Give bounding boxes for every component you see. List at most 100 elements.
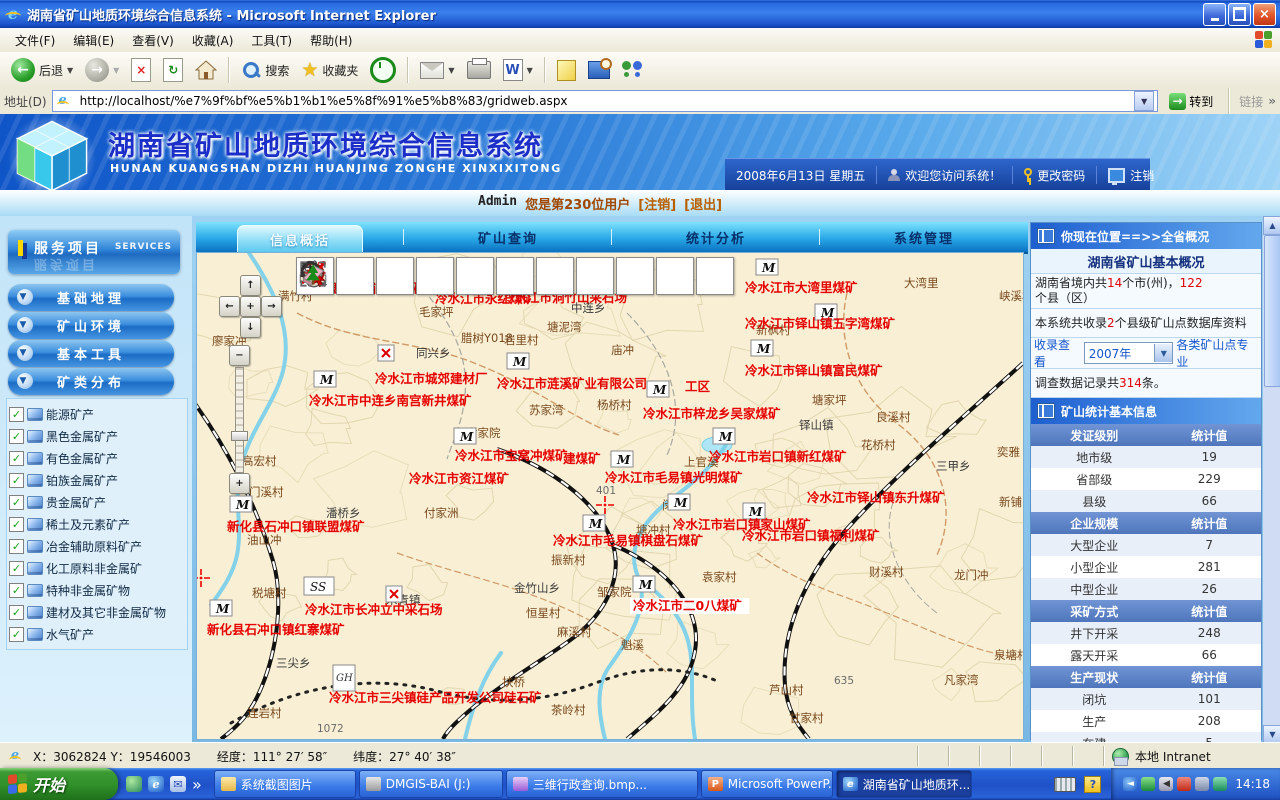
messenger-button[interactable] [617,59,647,81]
links-chevron-icon[interactable]: » [1268,94,1276,108]
tray-security-icon[interactable] [1177,777,1191,791]
mine-marker-SS[interactable]: SS [304,577,334,595]
pan-left-button[interactable]: ← [219,296,240,317]
layer-item[interactable]: ✓化工原料非金属矿 [9,557,185,579]
clock[interactable]: 14:18 [1235,777,1270,791]
layer-item[interactable]: ✓能源矿产 [9,403,185,425]
tab-系统管理[interactable]: 系统管理 [820,222,1028,252]
sidebar-nav-基础地理[interactable]: ▼基础地理 [8,284,174,311]
home-button[interactable] [190,58,222,82]
map-tool-select-circle[interactable] [576,257,614,295]
mine-label[interactable]: 冷水江市长冲立中采石场 [305,602,443,617]
zoom-in-slider-button[interactable]: + [229,473,250,494]
mine-label[interactable]: 冷水江市铎山镇富民煤矿 [745,363,883,378]
layer-item[interactable]: ✓铂族金属矿产 [9,469,185,491]
sidebar-nav-矿山环境[interactable]: ▼矿山环境 [8,312,174,339]
query-suffix-link[interactable]: 各类矿山点专业 [1176,336,1258,370]
maximize-button[interactable] [1228,3,1251,26]
pan-up-button[interactable]: ↑ [240,275,261,296]
menu-item[interactable]: 文件(F) [6,29,64,52]
start-button[interactable]: 开始 [0,768,118,800]
mine-label[interactable]: 冷水江市铎山镇五字湾煤矿 [745,316,896,331]
mine-marker-M[interactable]: M [633,576,655,592]
layer-item[interactable]: ✓水气矿产 [9,623,185,645]
vertical-scrollbar[interactable]: ▲ ▼ [1263,216,1280,742]
tray-volume-icon[interactable]: ◀ [1159,777,1173,791]
mine-label[interactable]: 冷水江市大湾里煤矿 [745,280,858,295]
tray-agent-icon[interactable] [1141,777,1155,791]
ime-help-icon[interactable]: ? [1084,776,1101,793]
map-tool-select-s[interactable]: S [456,257,494,295]
layer-checkbox[interactable]: ✓ [9,627,24,642]
map-tool-pan[interactable] [376,257,414,295]
mine-marker-GH[interactable]: GH [333,665,355,691]
history-button[interactable] [365,55,401,85]
menu-item[interactable]: 收藏(A) [183,29,243,52]
menu-item[interactable]: 帮助(H) [301,29,361,52]
layer-checkbox[interactable]: ✓ [9,451,24,466]
favorites-button[interactable]: ★收藏夹 [296,57,363,83]
pan-right-button[interactable]: → [261,296,282,317]
menu-item[interactable]: 工具(T) [242,29,301,52]
mine-label[interactable]: 新化县石冲口镇联盟煤矿 [227,519,365,534]
mine-marker-M[interactable]: M [210,600,232,616]
logout-link[interactable]: 注销 [1097,166,1165,184]
stop-button[interactable]: × [126,56,156,84]
research-button[interactable] [583,59,615,81]
year-select[interactable]: 2007年▼ [1084,342,1174,364]
layer-checkbox[interactable]: ✓ [9,495,24,510]
map-tool-select-polygon[interactable] [536,257,574,295]
mine-label[interactable]: 建煤矿 [563,451,601,466]
layer-checkbox[interactable]: ✓ [9,429,24,444]
menu-item[interactable]: 查看(V) [123,29,183,52]
tray-display-icon[interactable] [1195,777,1209,791]
go-button[interactable]: → 转到 [1163,92,1219,111]
mine-label[interactable]: 冷水江市梓龙乡吴家煤矿 [643,406,781,421]
mine-label[interactable]: 冷水江市中连乡南宫新井煤矿 [309,393,472,408]
mine-label[interactable]: 冷水江市三尖镇硅产品开发公司硅石矿 [329,690,542,705]
logout-bracket-link[interactable]: [注销] [638,194,676,213]
menu-item[interactable]: 编辑(E) [64,29,123,52]
mine-label[interactable]: 冷水江市铎山镇东升煤矿 [807,490,945,505]
layer-checkbox[interactable]: ✓ [9,517,24,532]
map-canvas[interactable]: 满竹村毛家坪中连乡塘泥湾腊树Y018廖家冲岩里村同兴乡庙冲新枫村大湾里峡溪村苏家… [196,252,1024,740]
layer-checkbox[interactable]: ✓ [9,539,24,554]
links-label[interactable]: 链接 [1239,93,1263,110]
quicklaunch-desktop-icon[interactable] [126,776,142,792]
map-tool-zoom-out[interactable] [336,257,374,295]
sidebar-nav-基本工具[interactable]: ▼基本工具 [8,340,174,367]
quicklaunch-ie-icon[interactable]: e [148,776,164,792]
layer-checkbox[interactable]: ✓ [9,473,24,488]
zoom-track[interactable] [235,367,244,473]
mine-label[interactable]: 工区 [685,379,711,394]
mine-label[interactable]: 冷水江市二0八煤矿 [633,598,742,613]
taskbar-task[interactable]: e湖南省矿山地质环... [836,770,972,798]
tray-hide-icon[interactable]: ◄ [1123,777,1137,791]
notes-button[interactable] [552,58,581,83]
map-tool-select-rect[interactable] [496,257,534,295]
map-tool-full-extent[interactable] [696,257,734,295]
map-tool-eraser[interactable] [656,257,694,295]
map-tool-measure[interactable]: ↔? [416,257,454,295]
mine-label[interactable]: 冷水江市毛易镇光明煤矿 [605,470,743,485]
mine-marker-M[interactable]: M [668,494,690,510]
mine-marker-M[interactable]: M [756,259,778,275]
mine-label[interactable]: 新化县石冲口镇红寨煤矿 [207,622,345,637]
mine-marker-M[interactable]: M [583,515,605,531]
mine-marker-M[interactable]: M [314,371,336,387]
layer-checkbox[interactable]: ✓ [9,407,24,422]
mine-label[interactable]: 冷水江市宝窝冲煤矿 [455,448,568,463]
taskbar-task[interactable]: PMicrosoft PowerP... [701,770,833,798]
quicklaunch-more-chevron[interactable]: » [192,775,202,794]
mine-marker-M[interactable]: M [454,428,476,444]
pan-center-button[interactable]: + [240,296,261,317]
scroll-up-button[interactable]: ▲ [1263,216,1280,235]
mine-label[interactable]: 冷水江市城郊建材厂 [375,371,488,386]
select-arrow-icon[interactable]: ▼ [1154,344,1172,362]
mine-marker-x[interactable] [386,586,402,602]
quicklaunch-outlook-icon[interactable]: ✉ [170,776,186,792]
map-tool-draw-line[interactable] [616,257,654,295]
address-dropdown[interactable]: ▼ [1134,91,1154,111]
mine-marker-M[interactable]: M [751,340,773,356]
print-button[interactable] [462,59,496,81]
